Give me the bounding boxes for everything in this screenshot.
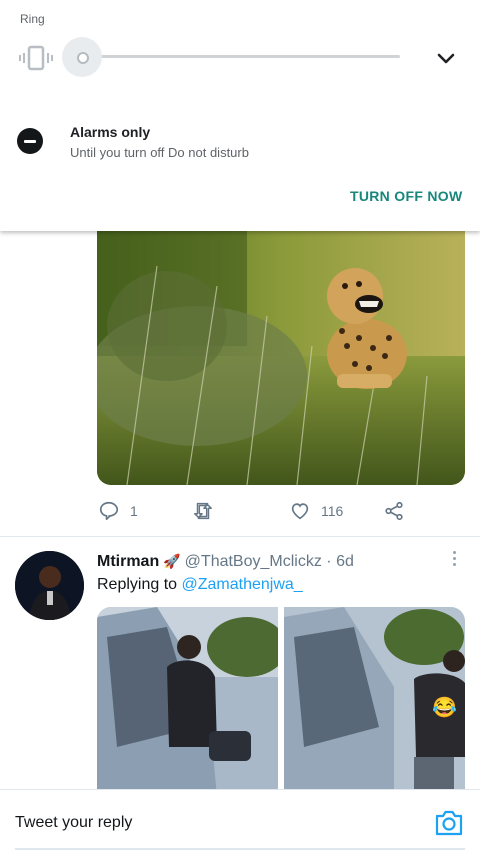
tweet-divider bbox=[0, 536, 480, 537]
vibrate-icon[interactable] bbox=[18, 44, 54, 72]
share-icon bbox=[385, 501, 403, 521]
like-icon bbox=[291, 503, 309, 520]
author-name: Mtirman bbox=[97, 553, 160, 570]
chevron-down-icon[interactable] bbox=[432, 46, 460, 72]
laughing-emoji: 😂 bbox=[432, 697, 457, 719]
reply-input-underline bbox=[15, 848, 465, 850]
like-action[interactable]: 116 bbox=[289, 498, 343, 524]
reply-bar: Tweet your reply bbox=[0, 789, 480, 855]
tweet-time: · 6d bbox=[326, 553, 354, 570]
reply-input[interactable]: Tweet your reply bbox=[15, 814, 132, 832]
ring-label: Ring bbox=[20, 12, 45, 26]
replying-to-user[interactable]: @Zamathenjwa_ bbox=[182, 576, 303, 593]
rocket-emoji: 🚀 bbox=[163, 553, 181, 569]
ring-volume-thumb[interactable] bbox=[77, 52, 89, 64]
tweet-media-left[interactable] bbox=[97, 607, 278, 797]
reply-count: 1 bbox=[130, 503, 138, 519]
turn-off-now-button[interactable]: TURN OFF NOW bbox=[350, 188, 462, 204]
tweet-author-line[interactable]: Mtirman 🚀 @ThatBoy_Mclickz · 6d bbox=[97, 553, 354, 571]
camera-icon[interactable] bbox=[433, 808, 465, 838]
cheetah-photo[interactable] bbox=[97, 206, 465, 485]
dnd-subtitle: Until you turn off Do not disturb bbox=[70, 145, 249, 160]
replying-to: Replying to @Zamathenjwa_ bbox=[97, 576, 303, 594]
share-action[interactable] bbox=[383, 498, 405, 524]
reply-icon bbox=[99, 501, 119, 521]
retweet-action[interactable] bbox=[192, 498, 214, 524]
ring-volume-track[interactable] bbox=[82, 55, 400, 58]
volume-dnd-panel: Ring Alarms only Until you turn off Do n… bbox=[0, 0, 480, 231]
like-count: 116 bbox=[321, 503, 344, 519]
author-handle: @ThatBoy_Mclickz bbox=[184, 553, 322, 570]
replying-to-label: Replying to bbox=[97, 576, 178, 593]
more-options-icon[interactable] bbox=[449, 551, 459, 571]
tweet-media-right[interactable]: 😂 bbox=[284, 607, 465, 797]
reply-action[interactable]: 1 bbox=[98, 498, 138, 524]
avatar[interactable] bbox=[15, 551, 84, 620]
do-not-disturb-icon bbox=[17, 128, 43, 154]
dnd-title: Alarms only bbox=[70, 124, 151, 140]
retweet-icon bbox=[194, 502, 212, 520]
